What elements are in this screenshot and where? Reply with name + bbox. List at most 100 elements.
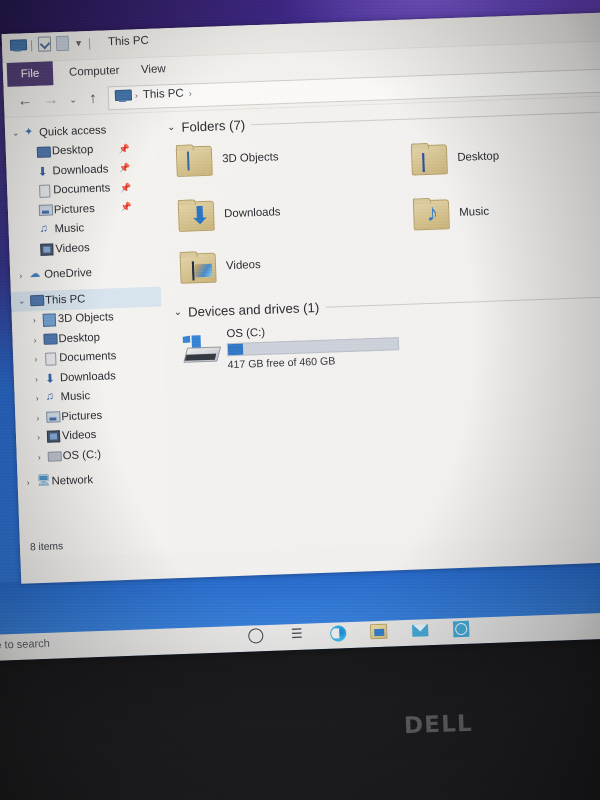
folder-desktop-icon: [410, 142, 448, 176]
sidebar-item-label: OS (C:): [62, 448, 102, 462]
taskbar-icon-group: ☰: [247, 620, 469, 645]
breadcrumb[interactable]: › This PC ›: [114, 87, 192, 103]
monitor-icon[interactable]: [9, 38, 28, 52]
sidebar-item-label: Documents: [53, 182, 111, 197]
tree-chevron-icon[interactable]: ›: [33, 452, 46, 462]
file-explorer-icon[interactable]: [369, 623, 388, 641]
qat-divider-1: |: [29, 37, 34, 52]
folders-chevron-icon[interactable]: ⌄: [167, 122, 176, 133]
documents-icon: [36, 184, 53, 198]
downloads-icon: ⬇: [37, 164, 48, 179]
onedrive-icon: ☁: [29, 268, 41, 281]
devices-group-header[interactable]: ⌄ Devices and drives (1): [173, 288, 600, 320]
music-icon: ♫: [45, 390, 55, 404]
tree-chevron-icon[interactable]: ›: [32, 432, 45, 442]
pin-icon[interactable]: 📌: [118, 143, 130, 154]
breadcrumb-separator-1: ›: [134, 90, 139, 101]
desktop-icon: [41, 333, 58, 346]
folder-tile-videos[interactable]: Videos: [179, 249, 262, 284]
sidebar-item-label: OneDrive: [44, 267, 93, 281]
pin-icon[interactable]: 📌: [119, 163, 131, 174]
tile-label: Videos: [225, 258, 261, 272]
tab-view[interactable]: View: [131, 57, 177, 83]
new-folder-icon[interactable]: [55, 35, 70, 52]
forward-button[interactable]: →: [42, 91, 61, 109]
sidebar-item-label: Music: [54, 222, 85, 236]
breadcrumb-separator-2[interactable]: ›: [189, 88, 192, 98]
tab-computer[interactable]: Computer: [59, 59, 130, 86]
navigation-pane: ⌄ ✦ Quick access Desktop 📌 ⬇ Downloads 📌…: [4, 112, 171, 558]
tile-label: Desktop: [457, 149, 500, 164]
file-explorer-window: | ▼ | This PC File Computer View ← → ⌄ ↑: [1, 10, 600, 584]
back-button[interactable]: ←: [16, 92, 35, 110]
folder-tile-3d-objects[interactable]: 3D Objects: [175, 141, 279, 177]
sidebar-item-label: Desktop: [51, 144, 94, 158]
content-pane[interactable]: ⌄ Folders (7) 3D Objects ⬇ Downloads Vid…: [154, 94, 600, 553]
sidebar-item-label: Videos: [61, 429, 97, 443]
3d-objects-icon: [41, 313, 58, 327]
sidebar-item-label: This PC: [44, 293, 86, 307]
taskbar-search-input[interactable]: here to search: [0, 638, 50, 653]
sidebar-item-label: Documents: [59, 350, 117, 365]
tree-chevron-icon[interactable]: ›: [28, 315, 41, 325]
sidebar-item-label: Downloads: [52, 163, 109, 178]
tree-chevron-icon[interactable]: ›: [29, 354, 42, 364]
devices-group-label: Devices and drives (1): [187, 299, 320, 320]
quick-access-chevron-icon[interactable]: ⌄: [9, 128, 22, 139]
folder-tile-downloads[interactable]: ⬇ Downloads: [177, 196, 281, 232]
drive-icon: [46, 451, 63, 462]
onedrive-chevron-icon[interactable]: ›: [14, 271, 27, 281]
edge-icon[interactable]: [329, 624, 347, 642]
cortana-icon[interactable]: [247, 627, 265, 645]
devices-chevron-icon[interactable]: ⌄: [173, 307, 182, 318]
sidebar-item-label: Desktop: [58, 331, 101, 346]
up-button[interactable]: ↑: [84, 90, 103, 108]
network-icon: 🖥: [36, 474, 51, 488]
windows-drive-icon: [183, 335, 222, 363]
desktop-icon: [35, 146, 52, 158]
videos-icon: [38, 243, 55, 256]
laptop-screen: | ▼ | This PC File Computer View ← → ⌄ ↑: [0, 0, 600, 662]
network-chevron-icon[interactable]: ›: [22, 477, 35, 488]
task-view-icon[interactable]: ☰: [288, 626, 306, 644]
store-icon[interactable]: [452, 620, 470, 638]
recent-locations-button[interactable]: ⌄: [64, 94, 82, 106]
this-pc-chevron-icon[interactable]: ⌄: [15, 296, 28, 307]
window-title: This PC: [107, 34, 150, 49]
folders-group-label: Folders (7): [181, 117, 246, 135]
tile-label: 3D Objects: [221, 150, 279, 165]
drive-info: OS (C:) 417 GB free of 460 GB: [226, 322, 400, 372]
customize-chevron-icon[interactable]: ▼: [74, 38, 83, 48]
sidebar-item-network[interactable]: › 🖥 Network: [17, 468, 168, 493]
sidebar-item-label: Pictures: [53, 202, 95, 217]
tab-file[interactable]: File: [6, 61, 54, 87]
tree-chevron-icon[interactable]: ›: [28, 335, 41, 345]
pin-icon[interactable]: 📌: [120, 182, 132, 193]
pictures-icon: [37, 204, 54, 217]
tree-chevron-icon[interactable]: ›: [30, 393, 43, 403]
this-pc-icon: [114, 89, 133, 103]
sidebar-item-label: Network: [51, 474, 94, 488]
mail-icon[interactable]: [411, 621, 429, 639]
properties-icon[interactable]: [37, 36, 52, 52]
sidebar-item-label: 3D Objects: [57, 311, 114, 326]
status-bar: 8 items: [29, 541, 64, 554]
documents-icon: [42, 352, 59, 366]
drive-tile-os-c[interactable]: OS (C:) 417 GB free of 460 GB: [182, 322, 400, 373]
tree-chevron-icon[interactable]: ›: [30, 374, 43, 384]
folder-tile-desktop[interactable]: Desktop: [410, 140, 500, 176]
tree-chevron-icon[interactable]: ›: [31, 413, 44, 423]
pin-icon[interactable]: 📌: [120, 202, 132, 213]
folder-tile-music[interactable]: ♪ Music: [412, 196, 490, 231]
sidebar-item-label: Pictures: [61, 409, 103, 423]
folder-music-icon: ♪: [412, 197, 450, 231]
sidebar-item-label: Quick access: [38, 124, 107, 139]
sidebar-item-label: Downloads: [59, 369, 117, 384]
folder-downloads-icon: ⬇: [177, 199, 215, 232]
qat-divider-2: |: [87, 35, 92, 50]
quick-access-toolbar[interactable]: | ▼ |: [9, 35, 92, 53]
tile-label: Music: [459, 205, 490, 219]
music-icon: ♫: [39, 222, 49, 236]
drive-free-space: 417 GB free of 460 GB: [227, 355, 336, 372]
breadcrumb-this-pc[interactable]: This PC: [143, 88, 184, 101]
